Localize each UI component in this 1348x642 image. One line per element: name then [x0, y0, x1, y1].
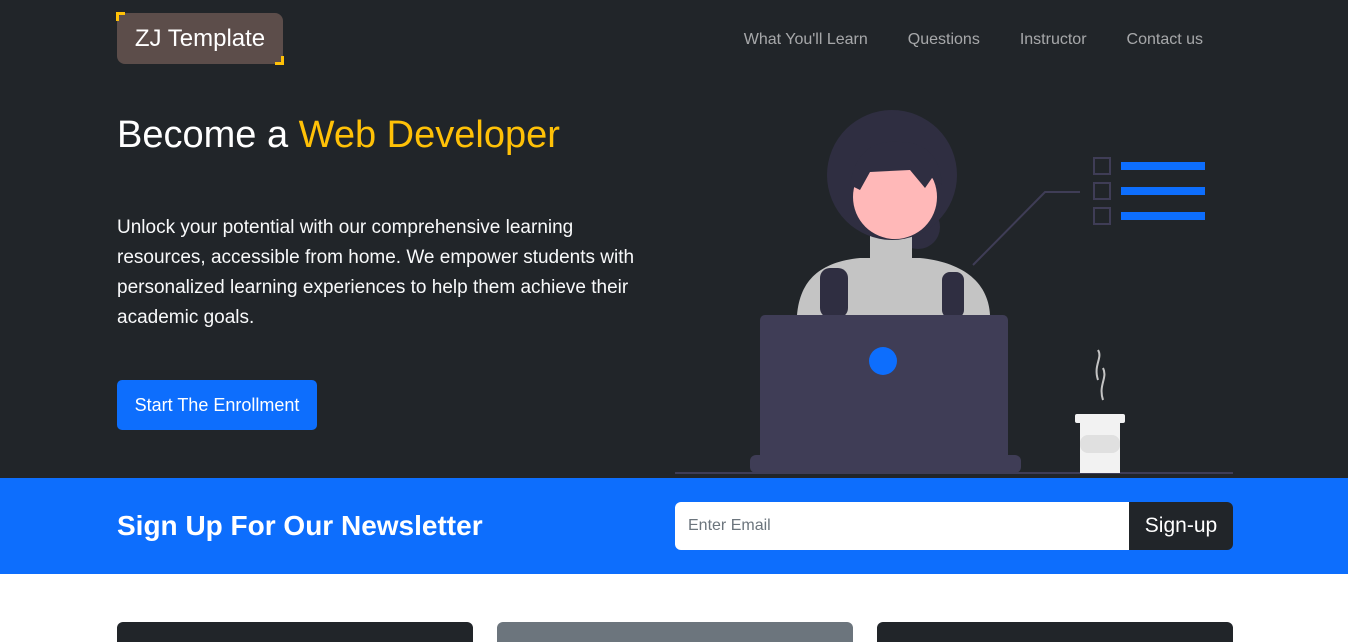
nav-item-what-youll-learn[interactable]: What You'll Learn: [744, 31, 868, 49]
newsletter-section: Sign Up For Our Newsletter Sign-up: [0, 478, 1348, 574]
hero-title-accent: Web Developer: [298, 114, 560, 156]
nav-item-instructor[interactable]: Instructor: [1020, 31, 1087, 49]
brand-corner-top-left: [116, 12, 125, 21]
brand-logo[interactable]: ZJ Template: [116, 12, 284, 65]
brand-corner-bottom-right: [275, 56, 284, 65]
person-figure: [797, 110, 990, 318]
connector-line: [972, 191, 1080, 266]
newsletter-form: Sign-up: [675, 502, 1233, 550]
signup-button[interactable]: Sign-up: [1129, 502, 1233, 550]
hero-section: ZJ Template What You'll Learn Questions …: [0, 0, 1348, 478]
newsletter-title: Sign Up For Our Newsletter: [117, 510, 483, 541]
feature-card-3: [877, 622, 1233, 642]
hero-description: Unlock your potential with our comprehen…: [117, 217, 635, 328]
feature-card-1: [117, 622, 473, 642]
email-field[interactable]: [675, 502, 1129, 550]
hero-title-plain: Become a: [117, 114, 289, 156]
person-with-laptop-illustration: [675, 110, 1233, 474]
start-enrollment-button[interactable]: Start The Enrollment: [117, 380, 317, 430]
checklist-icon: [1093, 157, 1205, 225]
coffee-cup-icon: [1075, 349, 1125, 473]
nav-item-questions[interactable]: Questions: [908, 31, 980, 49]
brand-name: ZJ Template: [134, 25, 266, 52]
feature-card-2: [497, 622, 853, 642]
laptop: [750, 315, 1021, 473]
nav-item-contact-us[interactable]: Contact us: [1127, 31, 1203, 49]
main-nav: What You'll Learn Questions Instructor C…: [744, 31, 1203, 49]
hero-title: Become a Web Developer: [117, 112, 560, 158]
